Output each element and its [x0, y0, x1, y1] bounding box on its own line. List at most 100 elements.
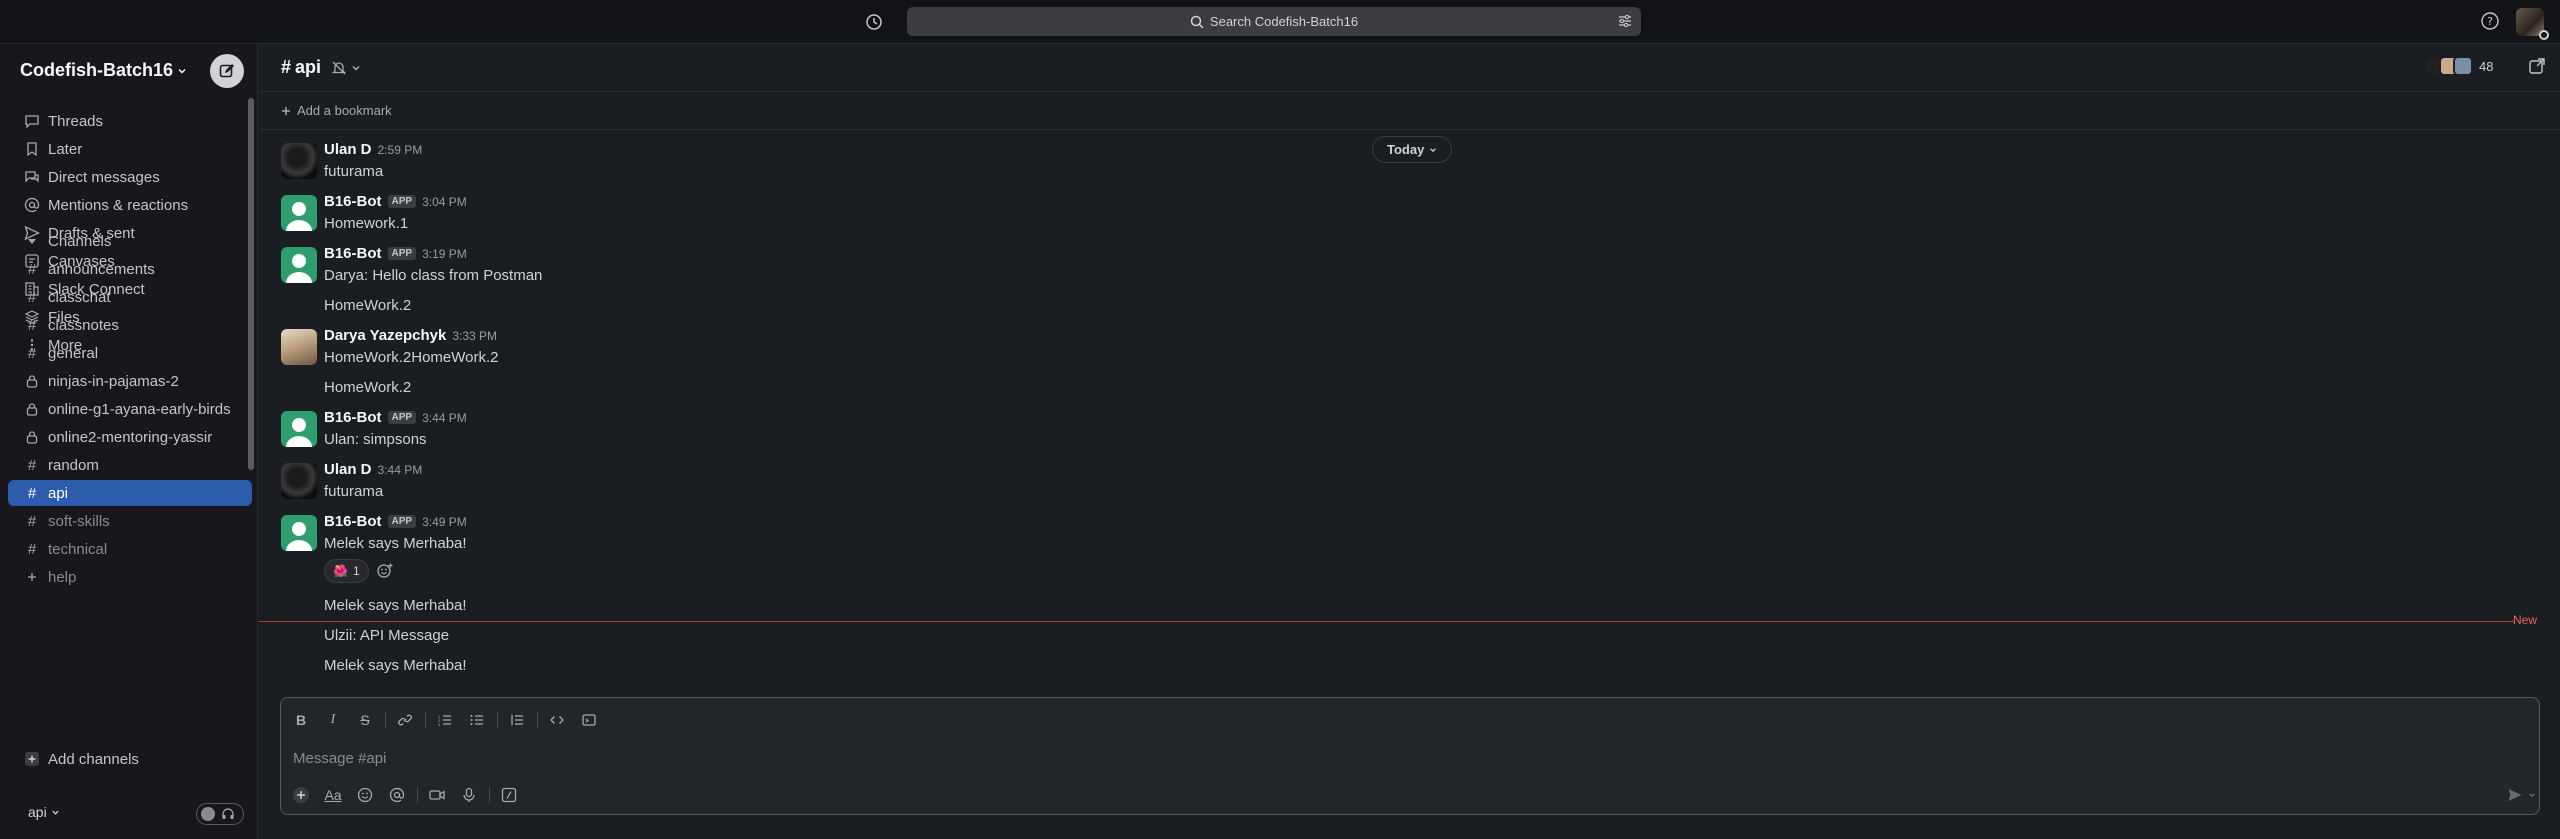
member-list-button[interactable]: 48	[2425, 56, 2493, 76]
channel-item-online2-mentoring-yassir[interactable]: online2-mentoring-yassir	[8, 424, 252, 450]
sidebar-item-label: Direct messages	[48, 168, 160, 186]
add-channels-label: Add channels	[48, 750, 139, 768]
formatting-icon[interactable]: Aa	[321, 783, 345, 807]
sidebar-item-threads[interactable]: Threads	[8, 108, 252, 134]
reaction-chip[interactable]: 🌺 1	[324, 559, 369, 583]
channel-item-label: api	[48, 484, 69, 502]
channel-item-ninjas-in-pajamas-2[interactable]: ninjas-in-pajamas-2	[8, 368, 252, 394]
compose-icon	[218, 62, 236, 80]
author-name[interactable]: Darya Yazepchyk	[324, 327, 446, 344]
message-timestamp[interactable]: 2:59 PM	[378, 143, 423, 157]
channel-item-label: classchat	[48, 288, 111, 306]
channel-item-random[interactable]: # random	[8, 452, 252, 478]
lock-icon	[22, 374, 42, 388]
caret-down-icon	[22, 236, 42, 246]
avatar[interactable]	[281, 143, 317, 179]
add-reaction-icon[interactable]	[371, 559, 399, 583]
message-timestamp[interactable]: 3:19 PM	[422, 247, 467, 261]
toolbar-divider	[537, 712, 538, 728]
new-messages-label: New	[2513, 613, 2538, 627]
avatar[interactable]	[281, 195, 317, 231]
toolbar-divider	[489, 787, 490, 803]
add-icon	[22, 751, 42, 767]
avatar[interactable]	[281, 515, 317, 551]
mention-icon[interactable]	[385, 783, 409, 807]
search-input[interactable]: Search Codefish-Batch16	[907, 7, 1641, 36]
message-text: Melek says Merhaba!	[324, 535, 467, 552]
date-divider-button[interactable]: Today	[1372, 136, 1453, 163]
bulleted-list-icon[interactable]	[465, 708, 489, 732]
filter-icon[interactable]	[1617, 13, 1633, 29]
sidebar-item-later[interactable]: Later	[8, 136, 252, 162]
author-name[interactable]: B16-Bot	[324, 409, 382, 426]
new-messages-divider	[259, 621, 2514, 622]
author-name[interactable]: Ulan D	[324, 141, 372, 158]
workspace-name[interactable]: Codefish-Batch16	[20, 60, 187, 81]
search-icon	[1190, 15, 1204, 29]
bookmark-icon	[22, 141, 42, 157]
help-icon[interactable]: ?	[2480, 11, 2500, 31]
chevron-down-icon	[51, 808, 60, 817]
channel-item-online-g1-ayana-early-birds[interactable]: online-g1-ayana-early-birds	[8, 396, 252, 422]
message-timestamp[interactable]: 3:33 PM	[452, 329, 497, 343]
compose-button[interactable]	[210, 54, 244, 88]
channel-item-general[interactable]: # general	[8, 340, 252, 366]
shortcuts-icon[interactable]	[497, 783, 521, 807]
channel-item-api[interactable]: # api	[8, 480, 252, 506]
sidebar-scrollbar[interactable]	[248, 98, 254, 470]
canvas-share-icon[interactable]	[2527, 56, 2547, 76]
message-timestamp[interactable]: 3:49 PM	[422, 515, 467, 529]
message-text: Melek says Merhaba!	[324, 597, 467, 614]
dm-icon	[22, 169, 42, 185]
chevron-down-icon[interactable]	[2525, 783, 2539, 807]
code-block-icon[interactable]	[577, 708, 601, 732]
send-icon[interactable]	[2503, 783, 2527, 807]
avatar[interactable]	[281, 329, 317, 365]
microphone-icon[interactable]	[457, 783, 481, 807]
strikethrough-icon[interactable]: S	[353, 708, 377, 732]
channels-section-header[interactable]: Channels	[8, 228, 252, 254]
channel-item-classchat[interactable]: # classchat	[8, 284, 252, 310]
channel-item-label: online-g1-ayana-early-birds	[48, 400, 231, 418]
avatar[interactable]	[281, 247, 317, 283]
channel-item-soft-skills[interactable]: # soft-skills	[8, 508, 252, 534]
attach-plus-icon[interactable]	[289, 783, 313, 807]
history-icon[interactable]	[862, 10, 886, 34]
message-text: Darya: Hello class from Postman	[324, 267, 543, 284]
channel-item-help[interactable]: help	[8, 564, 252, 590]
emoji-icon[interactable]	[353, 783, 377, 807]
channel-item-label: general	[48, 344, 99, 362]
video-icon[interactable]	[425, 783, 449, 807]
italic-icon[interactable]: I	[321, 708, 345, 732]
ordered-list-icon[interactable]: 123	[433, 708, 457, 732]
hash-icon: #	[27, 484, 37, 502]
author-name[interactable]: B16-Bot	[324, 245, 382, 262]
channel-item-technical[interactable]: # technical	[8, 536, 252, 562]
bold-icon[interactable]: B	[289, 708, 313, 732]
author-name[interactable]: B16-Bot	[324, 513, 382, 530]
huddle-toggle[interactable]	[196, 803, 244, 825]
sidebar-item-direct-messages[interactable]: Direct messages	[8, 164, 252, 190]
add-channels-button[interactable]: Add channels	[8, 746, 252, 772]
message-timestamp[interactable]: 3:44 PM	[422, 411, 467, 425]
avatar[interactable]	[281, 463, 317, 499]
message-text: Homework.1	[324, 215, 409, 232]
code-icon[interactable]	[545, 708, 569, 732]
sidebar-item-mentions-reactions[interactable]: Mentions & reactions	[8, 192, 252, 218]
add-bookmark-button[interactable]: Add a bookmark	[281, 103, 392, 118]
author-name[interactable]: Ulan D	[324, 461, 372, 478]
link-icon[interactable]	[393, 708, 417, 732]
footer-channel-switcher[interactable]: api	[28, 804, 60, 820]
message-input[interactable]	[293, 746, 2493, 770]
channel-title[interactable]: # api	[281, 57, 361, 78]
presence-indicator	[2539, 30, 2549, 40]
message-timestamp[interactable]: 3:44 PM	[378, 463, 423, 477]
author-name[interactable]: B16-Bot	[324, 193, 382, 210]
hash-icon: #	[27, 344, 37, 362]
blockquote-icon[interactable]	[505, 708, 529, 732]
channel-item-announcements[interactable]: # announcements	[8, 256, 252, 282]
message-timestamp[interactable]: 3:04 PM	[422, 195, 467, 209]
channel-item-classnotes[interactable]: # classnotes	[8, 312, 252, 338]
bookmark-bar: Add a bookmark	[259, 92, 2560, 130]
avatar[interactable]	[281, 411, 317, 447]
